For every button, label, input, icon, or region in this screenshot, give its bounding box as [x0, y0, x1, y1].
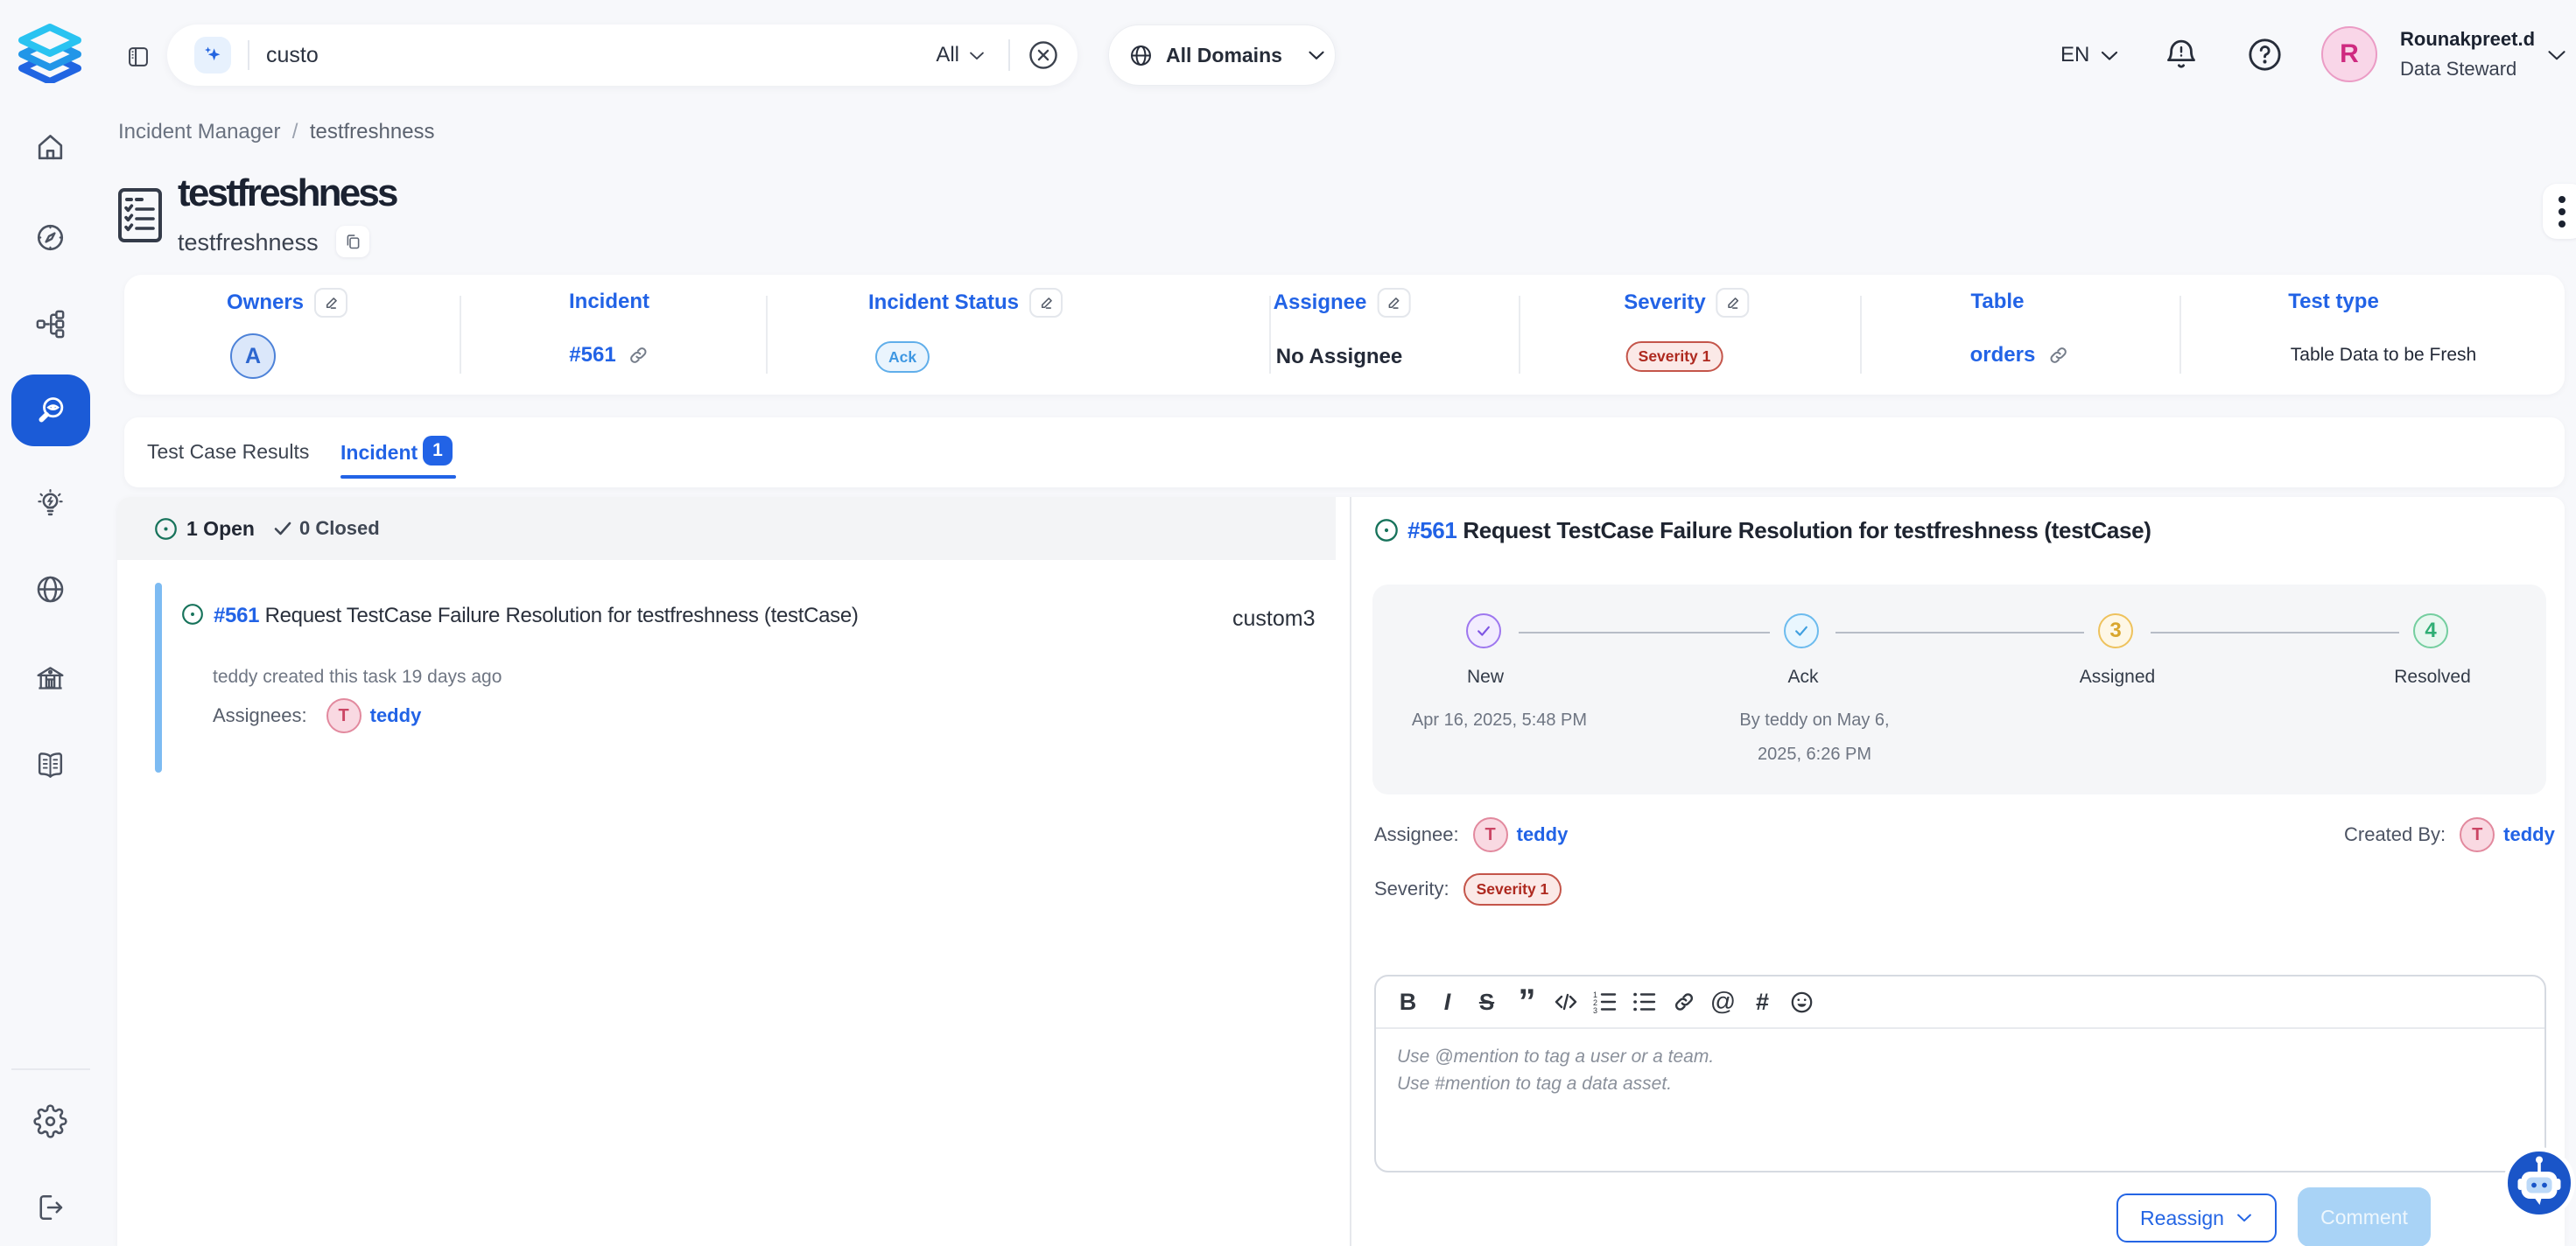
svg-text:3: 3: [1593, 1006, 1597, 1013]
